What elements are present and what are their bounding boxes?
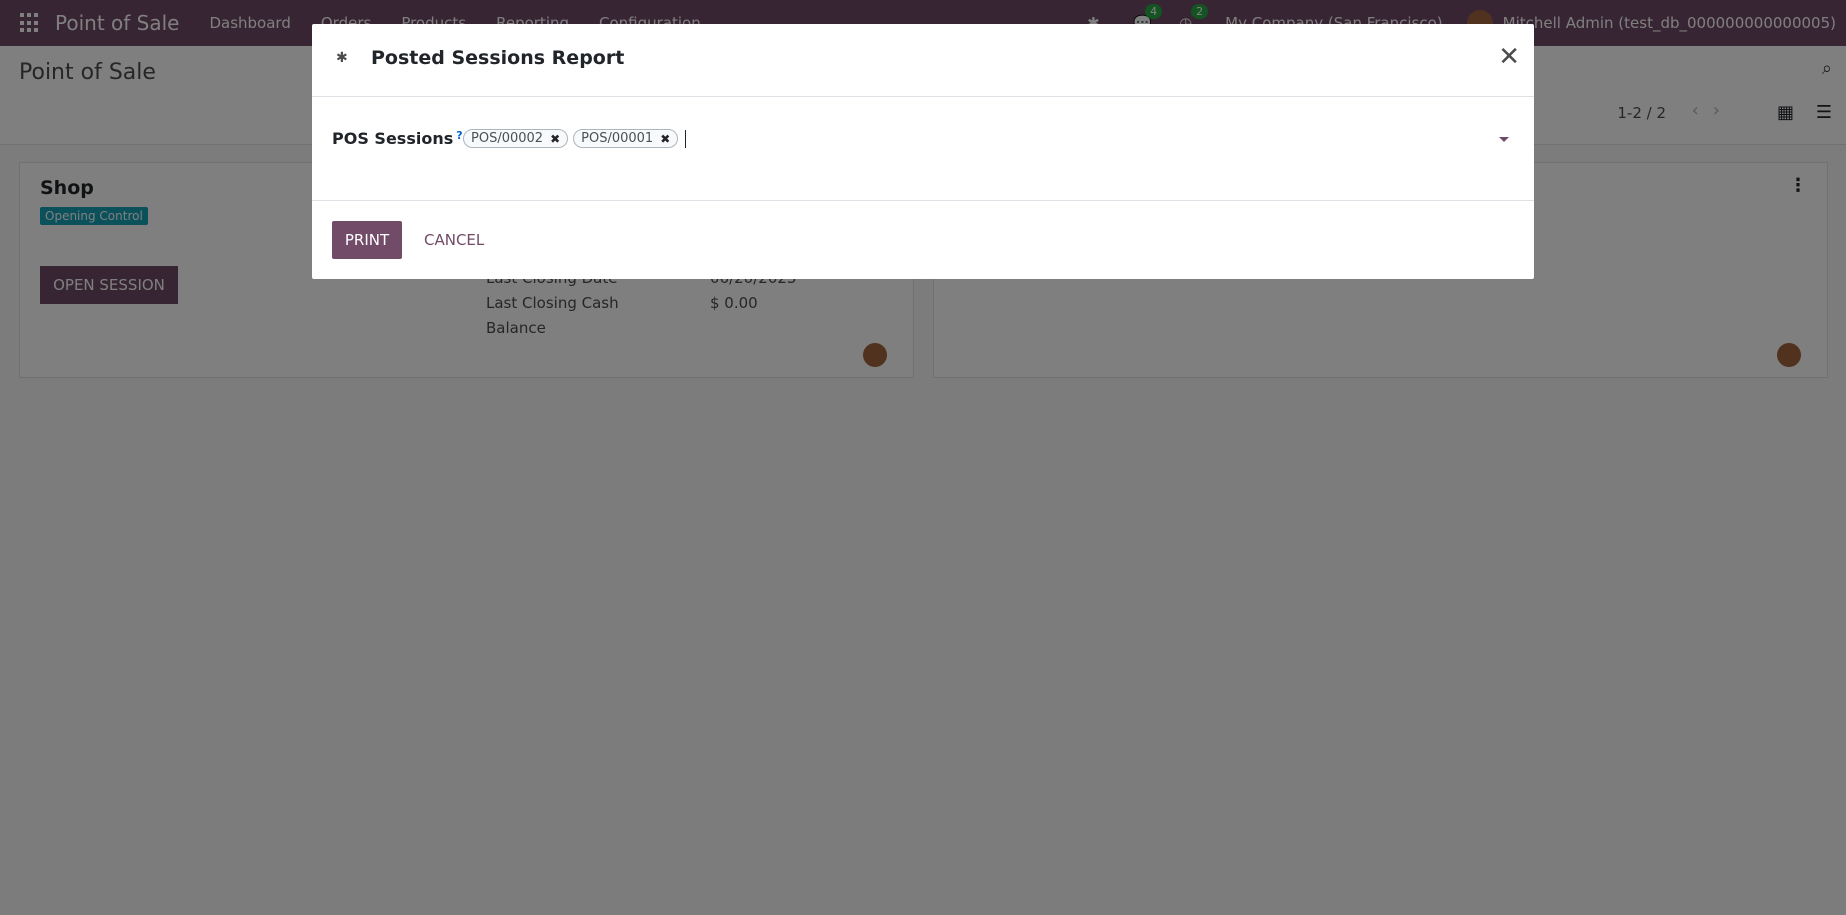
pos-sessions-input[interactable]: POS/00002 ✖ POS/00001 ✖ [463,129,687,148]
session-tag-label: POS/00002 [471,131,544,146]
modal-title: Posted Sessions Report [371,47,625,69]
session-tag: POS/00002 ✖ [463,129,569,148]
help-tooltip-icon[interactable]: ? [456,129,462,142]
posted-sessions-dialog: ✱ Posted Sessions Report ✕ POS Sessions?… [312,24,1534,279]
modal-body: POS Sessions? POS/00002 ✖ POS/00001 ✖ [312,97,1534,201]
pos-sessions-label-text: POS Sessions [332,129,454,148]
text-cursor [685,129,687,148]
pos-sessions-label: POS Sessions? [332,129,463,148]
session-tag-label: POS/00001 [581,131,654,146]
session-tag: POS/00001 ✖ [573,129,679,148]
modal-header: ✱ Posted Sessions Report ✕ [312,24,1534,97]
dropdown-caret-icon[interactable] [1499,137,1509,142]
close-icon[interactable]: ✕ [1498,44,1520,70]
remove-tag-icon[interactable]: ✖ [660,132,670,146]
remove-tag-icon[interactable]: ✖ [550,132,560,146]
cancel-button[interactable]: CANCEL [418,221,490,259]
print-button[interactable]: PRINT [332,221,402,259]
bug-icon: ✱ [336,50,348,66]
